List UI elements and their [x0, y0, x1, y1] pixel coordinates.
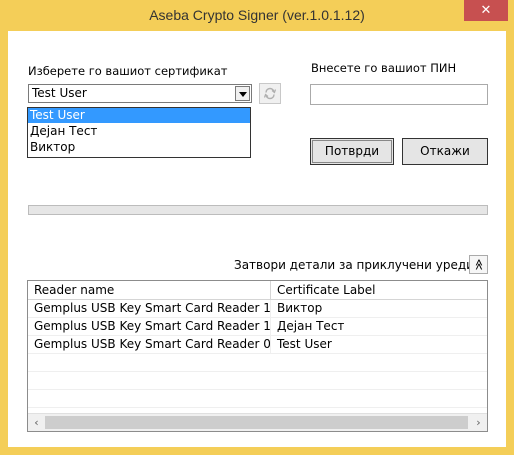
device-table: Reader name Certificate Label Gemplus US…	[27, 280, 488, 432]
chevron-down-icon[interactable]	[235, 86, 250, 101]
column-header-reader-name[interactable]: Reader name	[28, 281, 271, 300]
pin-input[interactable]	[310, 84, 488, 105]
window-title: Aseba Crypto Signer (ver.1.0.1.12)	[149, 7, 365, 23]
cell-reader-name: Gemplus USB Key Smart Card Reader 1	[28, 300, 271, 317]
close-icon: ✕	[480, 3, 492, 18]
progress-bar	[28, 205, 488, 215]
client-area: Изберете го вашиот сертификат Test User …	[8, 31, 506, 447]
collapse-details-button[interactable]: ≪	[469, 255, 488, 274]
scrollbar-thumb[interactable]	[45, 416, 468, 429]
cancel-button[interactable]: Откажи	[402, 138, 488, 165]
app-window: Aseba Crypto Signer (ver.1.0.1.12) ✕ Изб…	[0, 0, 514, 455]
refresh-icon	[263, 87, 277, 100]
pin-label: Внесете го вашиот ПИН	[311, 61, 457, 75]
cell-certificate-label: Виктор	[277, 301, 323, 315]
table-row-empty	[28, 354, 487, 372]
certificate-dropdown-list: Test User Дејан Тест Виктор	[27, 107, 251, 158]
table-row[interactable]: Gemplus USB Key Smart Card Reader 1 Викт…	[28, 300, 487, 318]
scroll-left-icon[interactable]: ‹	[28, 414, 45, 431]
confirm-button[interactable]: Потврди	[310, 138, 394, 165]
title-bar[interactable]: Aseba Crypto Signer (ver.1.0.1.12) ✕	[0, 0, 514, 31]
scroll-right-icon[interactable]: ›	[470, 414, 487, 431]
cell-reader-name: Gemplus USB Key Smart Card Reader 1	[28, 318, 271, 335]
certificate-option[interactable]: Виктор	[28, 140, 250, 155]
column-header-certificate-label[interactable]: Certificate Label	[271, 281, 487, 300]
certificate-option[interactable]: Test User	[28, 108, 250, 123]
close-button[interactable]: ✕	[464, 0, 508, 21]
cell-reader-name: Gemplus USB Key Smart Card Reader 0	[28, 336, 271, 353]
cell-certificate-label: Дејан Тест	[277, 319, 345, 333]
table-row-empty	[28, 372, 487, 390]
cell-certificate-label: Test User	[277, 337, 332, 351]
table-row[interactable]: Gemplus USB Key Smart Card Reader 1 Деја…	[28, 318, 487, 336]
certificate-label: Изберете го вашиот сертификат	[28, 64, 228, 78]
horizontal-scrollbar[interactable]: ‹ ›	[28, 413, 487, 431]
table-row-empty	[28, 390, 487, 408]
certificate-select[interactable]: Test User	[28, 84, 252, 103]
certificate-selected-value: Test User	[32, 86, 87, 100]
table-row[interactable]: Gemplus USB Key Smart Card Reader 0 Test…	[28, 336, 487, 354]
double-chevron-up-icon: ≪	[471, 258, 485, 271]
certificate-option[interactable]: Дејан Тест	[28, 124, 250, 139]
refresh-button[interactable]	[259, 83, 281, 104]
device-details-toggle-label: Затвори детали за приклучени уреди	[234, 258, 474, 272]
